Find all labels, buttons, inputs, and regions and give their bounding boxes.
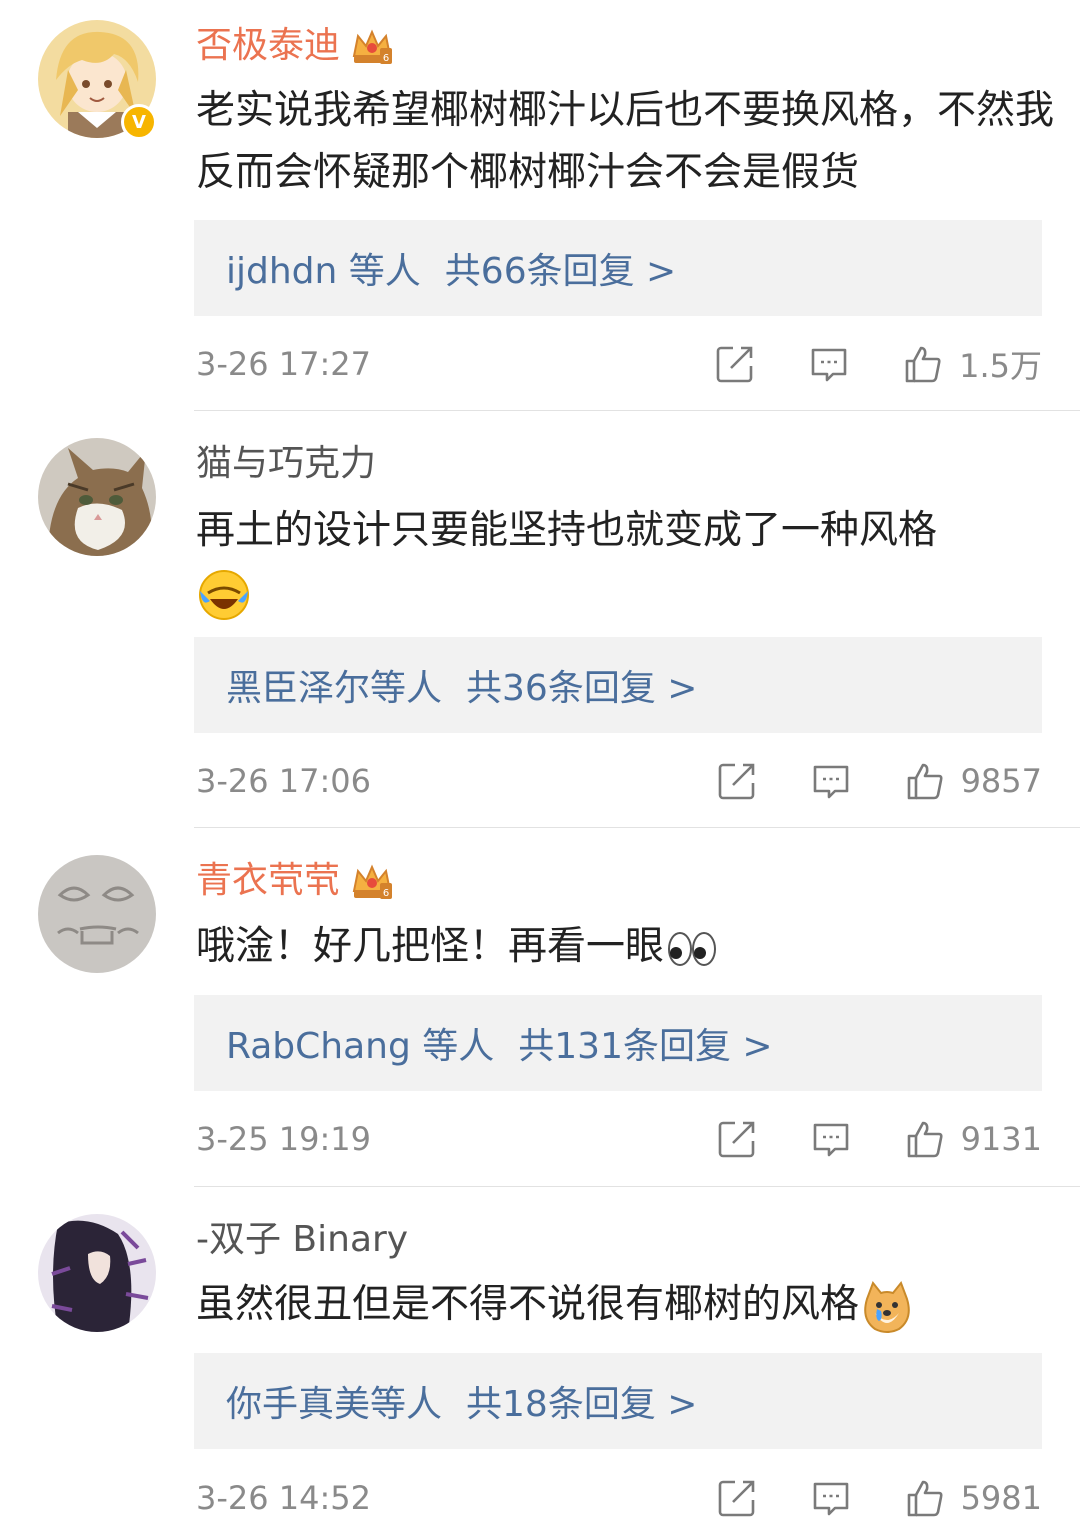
reply-users[interactable]: ijdhdn 等人 — [226, 242, 421, 294]
username[interactable]: -双子 Binary — [196, 1218, 408, 1262]
username[interactable]: 否极泰迪 6 — [196, 24, 394, 68]
reply-users[interactable]: 你手真美等人 — [226, 1375, 442, 1427]
calligraphy-avatar-icon — [38, 1214, 156, 1332]
comment-text: 老实说我希望椰树椰汁以后也不要换风格，不然我反而会怀疑那个椰树椰汁会不会是假货 — [196, 88, 1055, 195]
username-text: 青衣茕茕 — [196, 860, 341, 901]
timestamp: 3-26 17:06 — [196, 762, 372, 800]
reply-count-link[interactable]: 共18条回复 > — [466, 1375, 697, 1427]
like-button[interactable]: 5981 — [905, 1478, 1042, 1518]
comment-feed: V 否极泰迪 6 老实说我希望椰树椰汁以后也不要换风格，不然我反而会怀疑那个椰树… — [0, 0, 1080, 1528]
reply-count-link[interactable]: 共131条回复 > — [518, 1017, 772, 1069]
share-icon[interactable] — [717, 1478, 757, 1518]
reply-summary[interactable]: ijdhdn 等人 共66条回复 > — [194, 220, 1042, 316]
avatar[interactable] — [38, 438, 156, 556]
username-text: -双子 Binary — [196, 1219, 409, 1260]
svg-text:6: 6 — [383, 888, 389, 899]
sand-face-avatar-icon — [38, 855, 156, 973]
comment-meta: 3-25 19:19 9131 — [196, 1115, 1042, 1163]
reply-count-link[interactable]: 共66条回复 > — [445, 242, 676, 294]
like-button[interactable]: 9131 — [905, 1119, 1042, 1159]
avatar[interactable] — [38, 855, 156, 973]
reply-summary[interactable]: 黑臣泽尔等人 共36条回复 > — [194, 637, 1042, 733]
username[interactable]: 猫与巧克力 — [196, 442, 376, 486]
comment-icon[interactable] — [811, 1478, 851, 1518]
timestamp: 3-26 14:52 — [196, 1479, 372, 1517]
comment-text: 再土的设计只要能坚持也就变成了一种风格 — [196, 500, 1056, 624]
eyes-emoji — [664, 921, 720, 977]
divider — [194, 827, 1080, 828]
thumbs-up-icon[interactable] — [905, 1478, 945, 1518]
comment-text: 虽然很丑但是不得不说很有椰树的风格 — [196, 1274, 1056, 1336]
timestamp: 3-26 17:27 — [196, 345, 372, 383]
like-count: 1.5万 — [959, 347, 1042, 385]
reply-users[interactable]: 黑臣泽尔等人 — [226, 659, 442, 711]
share-icon[interactable] — [717, 1119, 757, 1159]
svg-text:6: 6 — [383, 53, 389, 64]
laugh-cry-emoji — [196, 567, 252, 623]
comment-icon[interactable] — [811, 1119, 851, 1159]
vip-crown-icon: 6 — [350, 861, 394, 901]
verified-badge-icon: V — [121, 104, 157, 140]
comment-meta: 3-26 17:27 1.5万 — [196, 340, 1042, 388]
thumbs-up-icon[interactable] — [905, 1119, 945, 1159]
divider — [194, 410, 1080, 411]
like-button[interactable]: 9857 — [905, 761, 1042, 801]
timestamp: 3-25 19:19 — [196, 1120, 372, 1158]
username-text: 否极泰迪 — [196, 25, 341, 66]
comment-icon[interactable] — [811, 761, 851, 801]
cat-avatar-icon — [38, 438, 156, 556]
doge-cry-emoji — [859, 1279, 915, 1335]
vip-crown-icon: 6 — [350, 26, 394, 66]
comment-meta: 3-26 14:52 5981 — [196, 1474, 1042, 1522]
avatar[interactable] — [38, 1214, 156, 1332]
thumbs-up-icon[interactable] — [903, 344, 943, 384]
like-count: 5981 — [960, 1479, 1042, 1517]
share-icon[interactable] — [717, 761, 757, 801]
username[interactable]: 青衣茕茕 6 — [196, 859, 394, 903]
like-button[interactable]: 1.5万 — [903, 341, 1042, 387]
username-text: 猫与巧克力 — [196, 443, 377, 484]
comment-meta: 3-26 17:06 9857 — [196, 757, 1042, 805]
reply-count-link[interactable]: 共36条回复 > — [466, 659, 697, 711]
divider — [194, 1186, 1080, 1187]
reply-summary[interactable]: RabChang 等人 共131条回复 > — [194, 995, 1042, 1091]
thumbs-up-icon[interactable] — [905, 761, 945, 801]
reply-summary[interactable]: 你手真美等人 共18条回复 > — [194, 1353, 1042, 1449]
reply-users[interactable]: RabChang 等人 — [226, 1017, 494, 1069]
like-count: 9857 — [960, 762, 1042, 800]
comment-icon[interactable] — [809, 344, 849, 384]
like-count: 9131 — [960, 1120, 1042, 1158]
share-icon[interactable] — [715, 344, 755, 384]
comment-text: 哦淦！好几把怪！再看一眼 — [196, 916, 1056, 978]
